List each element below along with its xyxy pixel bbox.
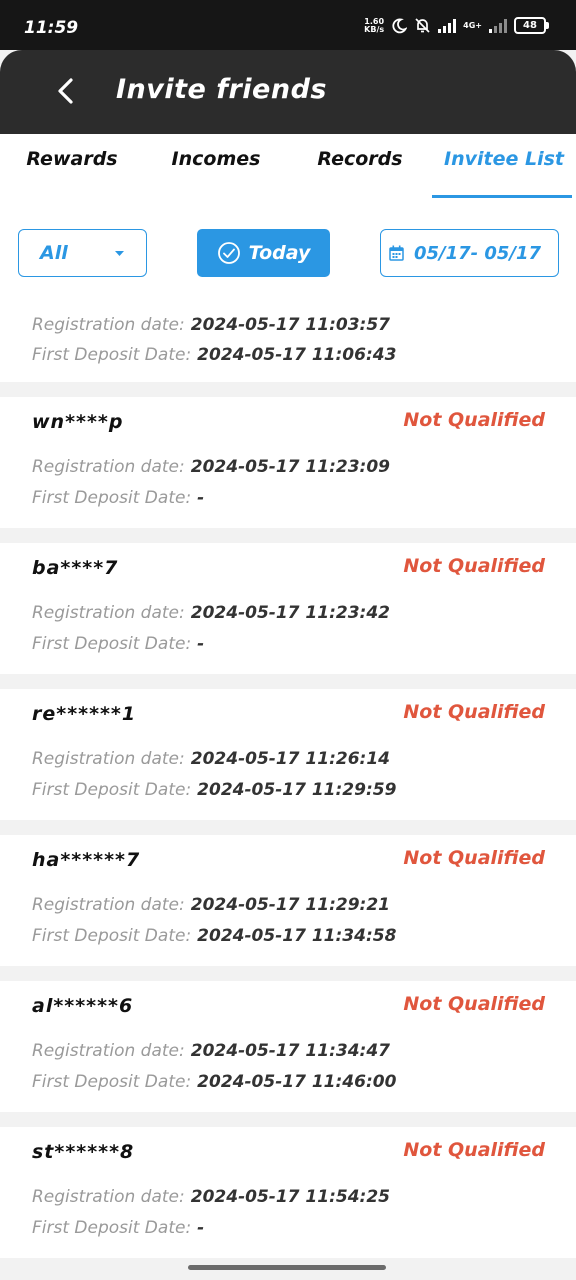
check-circle-icon — [217, 242, 240, 264]
net-speed: 1.60 KB/s — [364, 17, 385, 34]
first-deposit-value: 2024-05-17 11:29:59 — [197, 780, 397, 800]
invitee-username: wn****p — [32, 411, 124, 433]
net-speed-unit: KB/s — [364, 24, 385, 34]
status-badge: Not Qualified — [403, 409, 545, 431]
first-deposit-value: - — [197, 634, 205, 654]
first-deposit-label: First Deposit Date: — [32, 488, 192, 508]
first-deposit-label: First Deposit Date: — [32, 634, 192, 654]
signal-icon — [438, 18, 457, 33]
signal-2-icon — [489, 18, 507, 33]
invitee-card: Registration date: 2024-05-17 11:03:57 Fi… — [0, 300, 576, 382]
registration-row: Registration date: 2024-05-17 11:23:09 — [32, 457, 390, 477]
caret-down-icon — [115, 251, 124, 256]
registration-label: Registration date: — [32, 749, 185, 769]
registration-label: Registration date: — [32, 1187, 185, 1207]
status-time: 11:59 — [24, 18, 79, 38]
registration-value: 2024-05-17 11:26:14 — [190, 749, 390, 769]
invitee-username: re******1 — [32, 703, 137, 725]
registration-label: Registration date: — [32, 457, 185, 477]
first-deposit-row: First Deposit Date: 2024-05-17 11:29:59 — [32, 780, 396, 800]
chevron-left-icon — [58, 78, 73, 104]
first-deposit-value: - — [197, 488, 205, 508]
registration-value: 2024-05-17 11:23:09 — [190, 457, 390, 477]
registration-value: 2024-05-17 11:29:21 — [190, 895, 390, 915]
registration-label: Registration date: — [32, 603, 185, 623]
first-deposit-value: - — [197, 1218, 205, 1238]
invitee-username: al******6 — [32, 995, 134, 1017]
registration-label: Registration date: — [32, 315, 185, 335]
battery-icon: 48 — [514, 17, 549, 34]
invitee-card: st******8 Not Qualified Registration dat… — [0, 1127, 576, 1258]
date-range-picker[interactable]: 05/17- 05/17 — [380, 229, 559, 277]
first-deposit-label: First Deposit Date: — [32, 1072, 192, 1092]
registration-value: 2024-05-17 11:03:57 — [190, 315, 390, 335]
first-deposit-label: First Deposit Date: — [32, 780, 192, 800]
first-deposit-label: First Deposit Date: — [32, 1218, 192, 1238]
app-bar: Invite friends — [0, 50, 576, 134]
registration-row: Registration date: 2024-05-17 11:29:21 — [32, 895, 390, 915]
tab-records[interactable]: Records — [288, 134, 432, 200]
registration-value: 2024-05-17 11:54:25 — [190, 1187, 390, 1207]
status-filter-dropdown[interactable]: All — [18, 229, 147, 277]
invitee-username: st******8 — [32, 1141, 135, 1163]
registration-row: Registration date: 2024-05-17 11:34:47 — [32, 1041, 390, 1061]
first-deposit-value: 2024-05-17 11:34:58 — [197, 926, 397, 946]
invitee-card: ha******7 Not Qualified Registration dat… — [0, 835, 576, 966]
today-button[interactable]: Today — [197, 229, 330, 277]
registration-label: Registration date: — [32, 895, 185, 915]
registration-row: Registration date: 2024-05-17 11:26:14 — [32, 749, 390, 769]
invitee-card: al******6 Not Qualified Registration dat… — [0, 981, 576, 1112]
status-badge: Not Qualified — [403, 1139, 545, 1161]
tab-rewards[interactable]: Rewards — [0, 134, 144, 200]
first-deposit-row: First Deposit Date: 2024-05-17 11:34:58 — [32, 926, 396, 946]
first-deposit-row: First Deposit Date: - — [32, 634, 204, 654]
status-icons: 1.60 KB/s 4G+ 48 — [364, 17, 549, 34]
first-deposit-row: First Deposit Date: 2024-05-17 11:06:43 — [32, 345, 396, 365]
first-deposit-value: 2024-05-17 11:46:00 — [197, 1072, 397, 1092]
first-deposit-row: First Deposit Date: 2024-05-17 11:46:00 — [32, 1072, 396, 1092]
first-deposit-label: First Deposit Date: — [32, 926, 192, 946]
status-filter-value: All — [40, 242, 68, 264]
status-badge: Not Qualified — [403, 847, 545, 869]
network-type-badge: 4G+ — [463, 20, 482, 30]
registration-row: Registration date: 2024-05-17 11:54:25 — [32, 1187, 390, 1207]
status-badge: Not Qualified — [403, 993, 545, 1015]
filter-bar: All Today 05/17- 05/17 — [0, 200, 576, 300]
date-range-value: 05/17- 05/17 — [414, 242, 542, 264]
today-label: Today — [248, 242, 311, 264]
registration-row: Registration date: 2024-05-17 11:03:57 — [32, 315, 390, 335]
tab-bar: Rewards Incomes Records Invitee List — [0, 134, 576, 200]
registration-row: Registration date: 2024-05-17 11:23:42 — [32, 603, 390, 623]
status-badge: Not Qualified — [403, 701, 545, 723]
status-badge: Not Qualified — [403, 555, 545, 577]
invitee-card: wn****p Not Qualified Registration date:… — [0, 397, 576, 528]
invitee-card: re******1 Not Qualified Registration dat… — [0, 689, 576, 820]
registration-value: 2024-05-17 11:23:42 — [190, 603, 390, 623]
page-title: Invite friends — [116, 74, 327, 105]
moon-icon — [392, 18, 408, 33]
tab-invitee-list[interactable]: Invitee List — [432, 134, 576, 200]
calendar-icon — [389, 245, 404, 261]
bell-off-icon — [415, 18, 430, 33]
home-indicator[interactable] — [188, 1265, 386, 1270]
first-deposit-value: 2024-05-17 11:06:43 — [197, 345, 397, 365]
registration-value: 2024-05-17 11:34:47 — [190, 1041, 390, 1061]
back-button[interactable] — [46, 72, 84, 110]
first-deposit-row: First Deposit Date: - — [32, 1218, 204, 1238]
status-bar: 11:59 1.60 KB/s 4G+ 48 — [0, 0, 576, 50]
tab-incomes[interactable]: Incomes — [144, 134, 288, 200]
invitee-list: Registration date: 2024-05-17 11:03:57 Fi… — [0, 300, 576, 1273]
first-deposit-row: First Deposit Date: - — [32, 488, 204, 508]
invitee-username: ha******7 — [32, 849, 141, 871]
registration-label: Registration date: — [32, 1041, 185, 1061]
invitee-card: ba****7 Not Qualified Registration date:… — [0, 543, 576, 674]
invitee-username: ba****7 — [32, 557, 119, 579]
first-deposit-label: First Deposit Date: — [32, 345, 192, 365]
